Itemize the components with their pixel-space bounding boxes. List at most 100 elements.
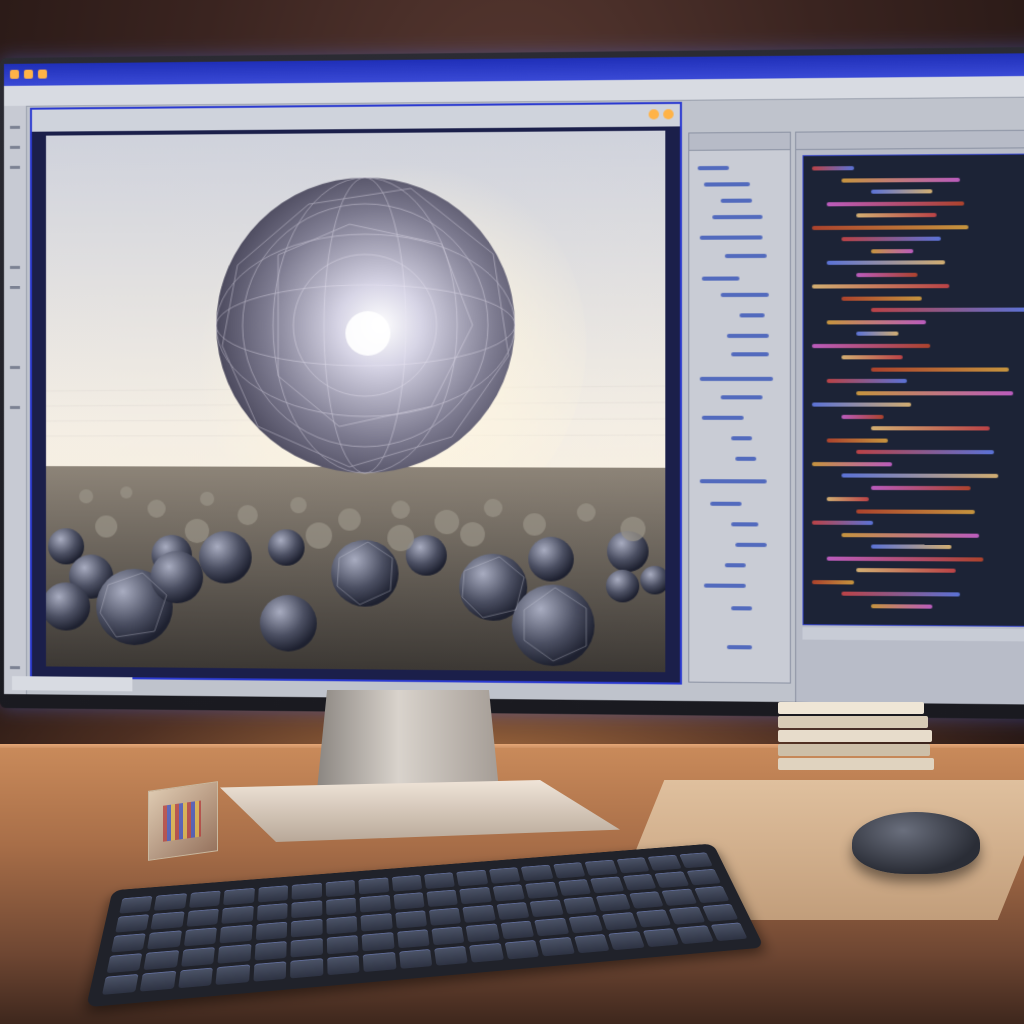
keyboard-key[interactable] xyxy=(568,914,604,934)
code-editor-panel[interactable] xyxy=(795,129,1024,705)
keyboard-key[interactable] xyxy=(219,924,253,944)
keyboard-key[interactable] xyxy=(291,882,322,900)
keyboard-key[interactable] xyxy=(326,935,359,955)
outliner-item[interactable] xyxy=(699,235,763,240)
outliner-item[interactable] xyxy=(712,214,763,220)
keyboard-key[interactable] xyxy=(326,955,360,976)
keyboard-key[interactable] xyxy=(360,913,393,932)
keyboard-key[interactable] xyxy=(253,961,287,982)
keyboard-key[interactable] xyxy=(628,891,664,909)
keyboard-key[interactable] xyxy=(396,929,430,949)
keyboard-key[interactable] xyxy=(521,864,554,882)
keyboard-key[interactable] xyxy=(661,888,697,906)
outliner-item[interactable] xyxy=(720,395,763,400)
keyboard-key[interactable] xyxy=(183,927,218,947)
keyboard-key[interactable] xyxy=(701,903,739,922)
keyboard-key[interactable] xyxy=(525,881,559,899)
keyboard-key[interactable] xyxy=(459,886,492,905)
keyboard-key[interactable] xyxy=(393,892,425,910)
viewport-control-icon[interactable] xyxy=(663,109,674,120)
keyboard-key[interactable] xyxy=(642,928,680,948)
keyboard-key[interactable] xyxy=(428,907,462,926)
outliner-item[interactable] xyxy=(731,436,753,441)
keyboard-key[interactable] xyxy=(359,894,391,913)
keyboard-key[interactable] xyxy=(221,905,254,924)
keyboard-key[interactable] xyxy=(140,970,177,992)
keyboard-key[interactable] xyxy=(686,868,721,886)
keyboard-key[interactable] xyxy=(150,911,185,930)
outliner-item[interactable] xyxy=(724,563,746,568)
outliner-item[interactable] xyxy=(701,415,744,420)
keyboard-key[interactable] xyxy=(456,869,489,887)
keyboard-key[interactable] xyxy=(291,900,323,919)
keyboard-key[interactable] xyxy=(361,932,395,952)
outliner-item[interactable] xyxy=(699,376,774,381)
keyboard-key[interactable] xyxy=(596,893,631,912)
keyboard-key[interactable] xyxy=(496,902,530,921)
keyboard-key[interactable] xyxy=(106,953,143,974)
outliner-item[interactable] xyxy=(724,253,767,259)
keyboard-key[interactable] xyxy=(654,871,689,889)
window-control-icon[interactable] xyxy=(9,69,19,79)
keyboard-key[interactable] xyxy=(325,897,357,916)
outliner-item[interactable] xyxy=(726,333,769,338)
keyboard-key[interactable] xyxy=(668,906,705,925)
keyboard-key[interactable] xyxy=(391,874,423,892)
outliner-item[interactable] xyxy=(735,542,767,548)
keyboard-key[interactable] xyxy=(676,925,714,945)
keyboard-key[interactable] xyxy=(154,893,187,911)
keyboard-key[interactable] xyxy=(291,918,323,938)
keyboard-key[interactable] xyxy=(394,910,428,929)
outliner-item[interactable] xyxy=(699,479,767,484)
keyboard-key[interactable] xyxy=(557,879,592,897)
keyboard-key[interactable] xyxy=(431,926,465,946)
tool-icon[interactable] xyxy=(9,666,20,670)
keyboard-key[interactable] xyxy=(257,885,289,903)
keyboard-key[interactable] xyxy=(504,939,540,960)
tool-icon[interactable] xyxy=(9,125,20,129)
outliner-item[interactable] xyxy=(701,276,740,281)
keyboard-key[interactable] xyxy=(529,899,564,918)
tool-icon[interactable] xyxy=(9,285,20,289)
outliner-item[interactable] xyxy=(726,645,753,650)
outliner-item[interactable] xyxy=(735,456,757,461)
keyboard-key[interactable] xyxy=(325,880,356,898)
keyboard-key[interactable] xyxy=(488,867,521,884)
tool-icon[interactable] xyxy=(9,265,20,269)
keyboard-key[interactable] xyxy=(462,904,496,923)
3d-viewport[interactable] xyxy=(46,130,666,673)
viewport-window[interactable] xyxy=(29,101,682,685)
keyboard-key[interactable] xyxy=(188,890,221,909)
keyboard-key[interactable] xyxy=(616,857,650,874)
keyboard-key[interactable] xyxy=(115,914,150,933)
keyboard-key[interactable] xyxy=(635,909,672,928)
keyboard-key[interactable] xyxy=(180,947,216,967)
keyboard-key[interactable] xyxy=(647,854,682,871)
keyboard-key[interactable] xyxy=(710,922,748,942)
keyboard-key[interactable] xyxy=(678,852,713,869)
keyboard-key[interactable] xyxy=(573,934,610,954)
outliner-item[interactable] xyxy=(703,182,750,187)
keyboard-key[interactable] xyxy=(693,885,730,904)
keyboard-key[interactable] xyxy=(290,938,323,958)
keyboard-key[interactable] xyxy=(590,876,624,894)
outliner-item[interactable] xyxy=(703,583,746,588)
minimize-icon[interactable] xyxy=(23,69,33,79)
keyboard-key[interactable] xyxy=(563,896,598,915)
keyboard-key[interactable] xyxy=(622,873,657,891)
viewport-controls[interactable] xyxy=(648,109,674,120)
keyboard-key[interactable] xyxy=(466,923,500,943)
keyboard-key[interactable] xyxy=(223,887,255,906)
keyboard-key[interactable] xyxy=(534,917,570,937)
keyboard-key[interactable] xyxy=(143,950,180,971)
keyboard-key[interactable] xyxy=(186,908,220,927)
keyboard-key[interactable] xyxy=(215,964,250,985)
keyboard-key[interactable] xyxy=(434,945,469,966)
keyboard-key[interactable] xyxy=(469,942,504,963)
keyboard-key[interactable] xyxy=(602,912,638,931)
tool-icon[interactable] xyxy=(9,406,20,410)
close-icon[interactable] xyxy=(37,69,48,79)
keyboard-key[interactable] xyxy=(358,877,389,895)
keyboard-key[interactable] xyxy=(362,952,397,973)
keyboard-key[interactable] xyxy=(256,903,288,922)
